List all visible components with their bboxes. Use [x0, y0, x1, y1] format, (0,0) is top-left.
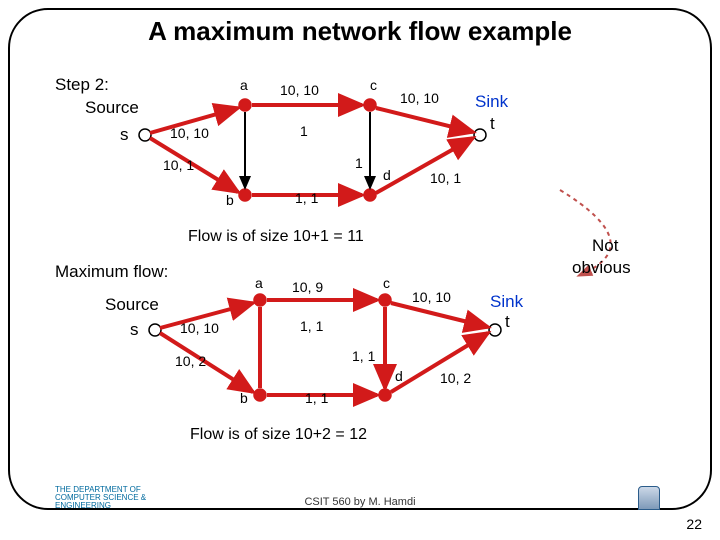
edge-ct-1: 10, 10 — [400, 90, 439, 106]
node-c-2: c — [383, 275, 390, 291]
slide-title: A maximum network flow example — [0, 16, 720, 47]
univ-logo-icon — [638, 486, 660, 510]
node-d-1: d — [383, 167, 391, 183]
flow-size-2: Flow is of size 10+2 = 12 — [190, 426, 367, 444]
node-a-2: a — [255, 275, 263, 291]
edge-ab-1: 1 — [300, 123, 308, 139]
step-label: Step 2: — [55, 75, 109, 95]
node-t-1: t — [490, 114, 495, 134]
edge-cd-2: 1, 1 — [352, 348, 375, 364]
node-s-label-1: s — [120, 125, 129, 145]
dept-logo: THE DEPARTMENT OFCOMPUTER SCIENCE &ENGIN… — [55, 486, 146, 510]
node-t-2: t — [505, 312, 510, 332]
edge-cd-1: 1 — [355, 155, 363, 171]
edge-ac-2: 10, 9 — [292, 279, 323, 295]
page-number: 22 — [686, 516, 702, 532]
sink-label-1: Sink — [475, 92, 508, 112]
node-s-label-2: s — [130, 320, 139, 340]
edge-dt-1: 10, 1 — [430, 170, 461, 186]
not-label-line2: obvious — [572, 258, 631, 278]
edge-ct-2: 10, 10 — [412, 289, 451, 305]
flow-size-1: Flow is of size 10+1 = 11 — [188, 228, 364, 246]
edge-sa-2: 10, 10 — [180, 320, 219, 336]
edge-ac-1: 10, 10 — [280, 82, 319, 98]
edge-ab-2: 1, 1 — [300, 318, 323, 334]
maxflow-label: Maximum flow: — [55, 262, 168, 282]
node-b-2: b — [240, 390, 248, 406]
edge-bd-2: 1, 1 — [305, 390, 328, 406]
edge-sa-1: 10, 10 — [170, 125, 209, 141]
edge-bd-1: 1, 1 — [295, 190, 318, 206]
not-label-line1: Not — [592, 236, 618, 256]
node-b-1: b — [226, 192, 234, 208]
node-d-2: d — [395, 368, 403, 384]
edge-sb-2: 10, 2 — [175, 353, 206, 369]
edge-dt-2: 10, 2 — [440, 370, 471, 386]
sink-label-2: Sink — [490, 292, 523, 312]
source-label-1: Source — [85, 98, 139, 118]
node-a-1: a — [240, 77, 248, 93]
slide-container: A maximum network flow example Step 2: S… — [0, 0, 720, 540]
edge-sb-1: 10, 1 — [163, 157, 194, 173]
source-label-2: Source — [105, 295, 159, 315]
node-c-1: c — [370, 77, 377, 93]
